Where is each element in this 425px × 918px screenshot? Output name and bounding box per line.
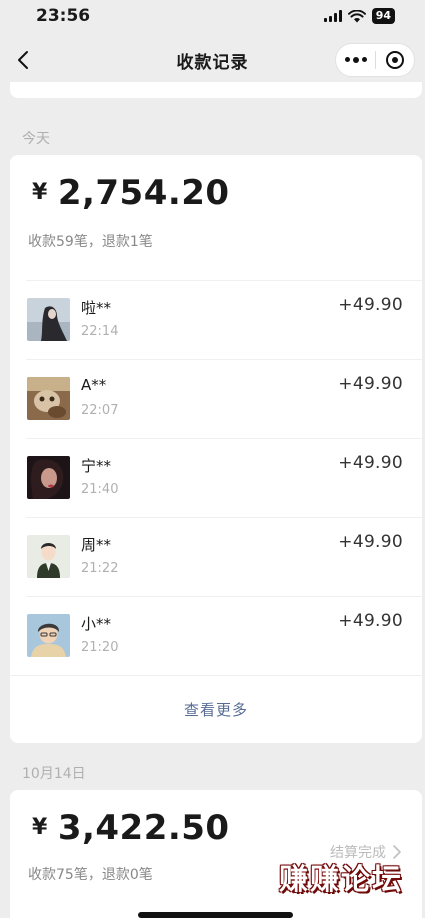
currency-symbol: ¥ bbox=[32, 815, 48, 840]
payer-name: A** bbox=[81, 376, 107, 394]
transaction-row[interactable]: 宁** 21:40 +49.90 bbox=[10, 438, 422, 517]
today-card: ¥2,754.20 收款59笔，退款1笔 啦** 22:14 +49.90 A*… bbox=[10, 155, 422, 743]
wifi-icon bbox=[347, 9, 366, 22]
oct14-card[interactable]: ¥3,422.50 结算完成 收款75笔，退款0笔 bbox=[10, 790, 422, 918]
more-dots-icon[interactable] bbox=[336, 57, 375, 63]
view-more-link[interactable]: 查看更多 bbox=[10, 699, 422, 720]
status-icons: 94 bbox=[323, 8, 395, 24]
payment-time: 21:22 bbox=[81, 561, 119, 576]
previous-card-edge bbox=[10, 82, 422, 98]
today-summary-detail: 收款59笔，退款1笔 bbox=[28, 234, 153, 250]
chevron-left-icon[interactable] bbox=[12, 48, 36, 72]
payment-time: 21:40 bbox=[81, 482, 119, 497]
today-total-amount: ¥2,754.20 bbox=[32, 173, 230, 213]
payer-name: 小** bbox=[81, 615, 112, 633]
home-indicator bbox=[138, 912, 293, 918]
payment-amount: +49.90 bbox=[338, 374, 403, 394]
battery-icon: 94 bbox=[371, 8, 395, 24]
payment-amount: +49.90 bbox=[338, 611, 403, 631]
payment-amount: +49.90 bbox=[338, 295, 403, 315]
oct14-summary-detail: 收款75笔，退款0笔 bbox=[28, 867, 153, 883]
nav-bar: 收款记录 bbox=[0, 38, 425, 82]
payment-amount: +49.90 bbox=[338, 532, 403, 552]
target-circle-icon[interactable] bbox=[376, 51, 414, 69]
avatar bbox=[27, 456, 70, 499]
section-label-today: 今天 bbox=[22, 131, 50, 147]
payer-name: 周** bbox=[81, 536, 112, 554]
payment-time: 22:14 bbox=[81, 324, 119, 339]
transaction-row[interactable]: 小** 21:20 +49.90 bbox=[10, 596, 422, 675]
page-title: 收款记录 bbox=[176, 52, 249, 73]
payer-name: 啦** bbox=[81, 299, 112, 317]
currency-symbol: ¥ bbox=[32, 180, 48, 205]
oct14-amount-value: 3,422.50 bbox=[57, 808, 230, 848]
transaction-row[interactable]: A** 22:07 +49.90 bbox=[10, 359, 422, 438]
mini-program-capsule bbox=[335, 43, 415, 77]
oct14-total-amount: ¥3,422.50 bbox=[32, 808, 230, 848]
transaction-row[interactable]: 周** 21:22 +49.90 bbox=[10, 517, 422, 596]
status-time: 23:56 bbox=[36, 6, 91, 26]
status-bar: 23:56 94 bbox=[0, 0, 425, 32]
avatar bbox=[27, 377, 70, 420]
watermark: 赚赚论坛 bbox=[278, 862, 403, 896]
divider bbox=[10, 675, 422, 676]
avatar bbox=[27, 535, 70, 578]
payment-time: 22:07 bbox=[81, 403, 119, 418]
payment-amount: +49.90 bbox=[338, 453, 403, 473]
transaction-row[interactable]: 啦** 22:14 +49.90 bbox=[10, 280, 422, 359]
section-label-oct14: 10月14日 bbox=[22, 766, 86, 782]
payer-name: 宁** bbox=[81, 457, 112, 475]
avatar bbox=[27, 298, 70, 341]
today-amount-value: 2,754.20 bbox=[57, 173, 230, 213]
avatar bbox=[27, 614, 70, 657]
payment-time: 21:20 bbox=[81, 640, 119, 655]
signal-icon bbox=[323, 10, 342, 22]
